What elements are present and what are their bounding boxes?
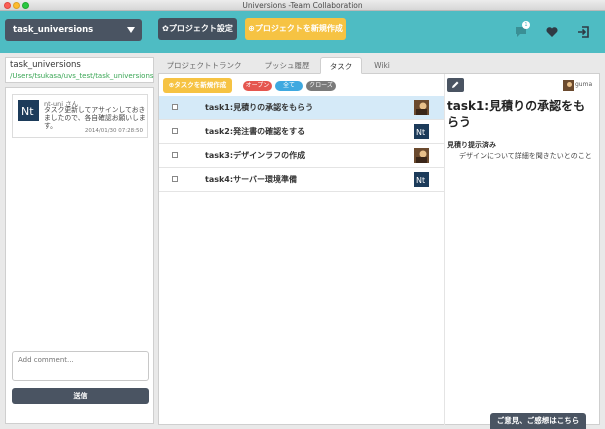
task-detail-status: 見積り提示済み <box>447 141 496 149</box>
project-settings-label: プロジェクト設定 <box>168 24 233 33</box>
project-select-value: task_universions <box>13 25 94 35</box>
tab-push-history[interactable]: プッシュ履歴 <box>252 57 322 74</box>
tab-bar: プロジェクトトランク プッシュ履歴 タスク Wiki <box>158 57 600 74</box>
edit-task-button[interactable] <box>447 78 464 92</box>
window-title: Universions -Team Collaboration <box>242 1 363 10</box>
project-settings-button[interactable]: ✿プロジェクト設定 <box>158 18 237 40</box>
filter-close[interactable]: クローズ <box>306 81 336 91</box>
avatar: Nt <box>414 124 429 139</box>
window-titlebar: Universions -Team Collaboration <box>0 0 605 11</box>
task-list: task1:見積りの承認をもらう task2:発注書の確認をする Nt task… <box>159 96 444 192</box>
message-body: タスク更新してアサインしておきましたので、各自確認お願いします。 <box>44 106 146 130</box>
chat-panel: Nt nt-uni さん タスク更新してアサインしておきましたので、各自確認お願… <box>5 87 154 424</box>
svg-text:Nt: Nt <box>416 128 425 137</box>
task-name: task3:デザインラフの作成 <box>205 151 306 160</box>
svg-text:Nt: Nt <box>21 105 34 118</box>
notification-badge: 1 <box>522 21 530 29</box>
tasks-content: ⊕タスクを新規作成 オープン 全て クローズ task1:見積りの承認をもらう … <box>158 74 600 425</box>
gear-icon: ✿ <box>162 24 169 33</box>
logout-icon[interactable] <box>576 25 590 39</box>
avatar: Nt <box>18 100 39 121</box>
task-row[interactable]: task3:デザインラフの作成 <box>159 144 444 168</box>
task-name: task2:発注書の確認をする <box>205 127 306 136</box>
tab-project-trunk[interactable]: プロジェクトトランク <box>160 57 248 74</box>
new-task-label: タスクを新規作成 <box>174 81 227 89</box>
task-name: task4:サーバー環境準備 <box>205 175 297 184</box>
project-name: task_universions <box>10 60 81 70</box>
task-detail: guma task1:見積りの承認をもらう 見積り提示済み デザインについて詳細… <box>444 74 601 425</box>
task-owner: guma <box>575 81 593 88</box>
tab-wiki[interactable]: Wiki <box>364 57 400 74</box>
filter-open[interactable]: オープン <box>243 81 272 91</box>
new-project-button[interactable]: ⊕プロジェクトを新規作成 <box>245 18 346 40</box>
avatar <box>414 148 429 163</box>
tab-tasks[interactable]: タスク <box>320 57 362 74</box>
task-checkbox[interactable] <box>172 128 178 134</box>
project-select[interactable]: task_universions <box>5 19 142 41</box>
task-row[interactable]: task4:サーバー環境準備 Nt <box>159 168 444 192</box>
svg-text:Nt: Nt <box>416 176 425 185</box>
new-task-button[interactable]: ⊕タスクを新規作成 <box>163 78 232 93</box>
avatar: Nt <box>414 172 429 187</box>
task-checkbox[interactable] <box>172 104 178 110</box>
task-row[interactable]: task2:発注書の確認をする Nt <box>159 120 444 144</box>
send-button[interactable]: 送信 <box>12 388 149 404</box>
task-name: task1:見積りの承認をもらう <box>205 103 314 112</box>
task-row[interactable]: task1:見積りの承認をもらう <box>159 96 444 120</box>
edit-icon <box>452 81 459 88</box>
task-checkbox[interactable] <box>172 152 178 158</box>
task-detail-description: デザインについて詳細を聞きたいとのこと <box>459 152 592 160</box>
heart-icon[interactable] <box>545 25 559 39</box>
task-filter-bar: ⊕タスクを新規作成 オープン 全て クローズ <box>159 74 444 96</box>
avatar <box>563 80 574 91</box>
feedback-button[interactable]: ご意見、ご感想はこちら <box>490 413 586 429</box>
caret-down-icon <box>127 27 135 33</box>
filter-all[interactable]: 全て <box>275 81 303 91</box>
avatar <box>414 100 429 115</box>
project-path[interactable]: /Users/tsukasa/uvs_test/task_universions <box>10 72 154 80</box>
chat-message: Nt nt-uni さん タスク更新してアサインしておきましたので、各自確認お願… <box>12 94 148 138</box>
task-detail-title: task1:見積りの承認をもらう <box>447 99 586 129</box>
app-header: task_universions ✿プロジェクト設定 ⊕プロジェクトを新規作成 … <box>0 11 605 53</box>
project-info: task_universions /Users/tsukasa/uvs_test… <box>5 57 154 83</box>
task-checkbox[interactable] <box>172 176 178 182</box>
main-panel: プロジェクトトランク プッシュ履歴 タスク Wiki ⊕タスクを新規作成 オープ… <box>158 57 600 425</box>
plus-circle-icon: ⊕ <box>248 24 255 33</box>
message-time: 2014/01/30 07:28:50 <box>84 128 143 134</box>
comment-input[interactable] <box>12 351 149 381</box>
new-project-label: プロジェクトを新規作成 <box>254 24 343 33</box>
